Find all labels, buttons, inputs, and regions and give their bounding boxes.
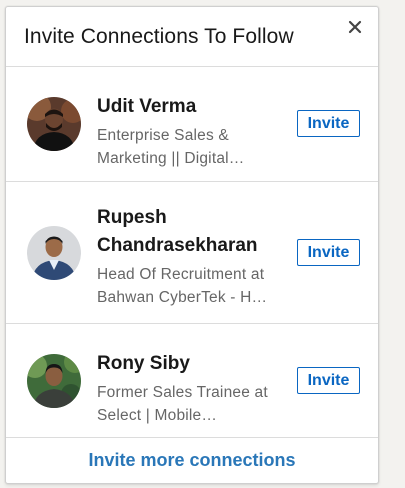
name-line: Chandrasekharan <box>97 235 258 256</box>
connection-row: Rupesh Chandrasekharan Head Of Recruitme… <box>6 182 378 324</box>
close-button[interactable] <box>344 16 366 38</box>
headline-line: Bahwan CyberTek - H… <box>97 289 268 306</box>
invite-connections-card: Invite Connections To Follow Udit Verma … <box>5 6 379 484</box>
headline-line: Enterprise Sales & <box>97 127 229 144</box>
person-avatar-icon <box>27 226 81 280</box>
invite-button[interactable]: Invite <box>297 110 360 137</box>
connection-headline: Head Of Recruitment at Bahwan CyberTek -… <box>97 263 287 309</box>
connection-info: Udit Verma Enterprise Sales & Marketing … <box>97 93 287 170</box>
connection-headline: Enterprise Sales & Marketing || Digital… <box>97 124 287 170</box>
avatar[interactable] <box>27 97 81 151</box>
connection-headline: Former Sales Trainee at Select | Mobile… <box>97 381 287 427</box>
connection-row: Udit Verma Enterprise Sales & Marketing … <box>6 67 378 182</box>
connection-name[interactable]: Udit Verma <box>97 93 287 121</box>
person-avatar-icon <box>27 97 81 151</box>
connection-name[interactable]: Rupesh Chandrasekharan <box>97 204 287 260</box>
connection-row: Rony Siby Former Sales Trainee at Select… <box>6 324 378 438</box>
invite-more-connections-link[interactable]: Invite more connections <box>88 450 295 471</box>
headline-line: Head Of Recruitment at <box>97 266 265 283</box>
invite-button[interactable]: Invite <box>297 239 360 266</box>
headline-line: Former Sales Trainee at <box>97 384 268 401</box>
card-header: Invite Connections To Follow <box>6 7 378 67</box>
card-title: Invite Connections To Follow <box>24 25 294 48</box>
invite-button[interactable]: Invite <box>297 367 360 394</box>
headline-line: Select | Mobile… <box>97 407 218 424</box>
close-icon <box>348 20 362 34</box>
connection-info: Rony Siby Former Sales Trainee at Select… <box>97 350 287 427</box>
avatar[interactable] <box>27 226 81 280</box>
name-line: Rupesh <box>97 207 167 228</box>
card-footer: Invite more connections <box>6 438 378 483</box>
avatar[interactable] <box>27 354 81 408</box>
person-avatar-icon <box>27 354 81 408</box>
connection-name[interactable]: Rony Siby <box>97 350 287 378</box>
headline-line: Marketing || Digital… <box>97 150 245 167</box>
connection-info: Rupesh Chandrasekharan Head Of Recruitme… <box>97 204 287 309</box>
